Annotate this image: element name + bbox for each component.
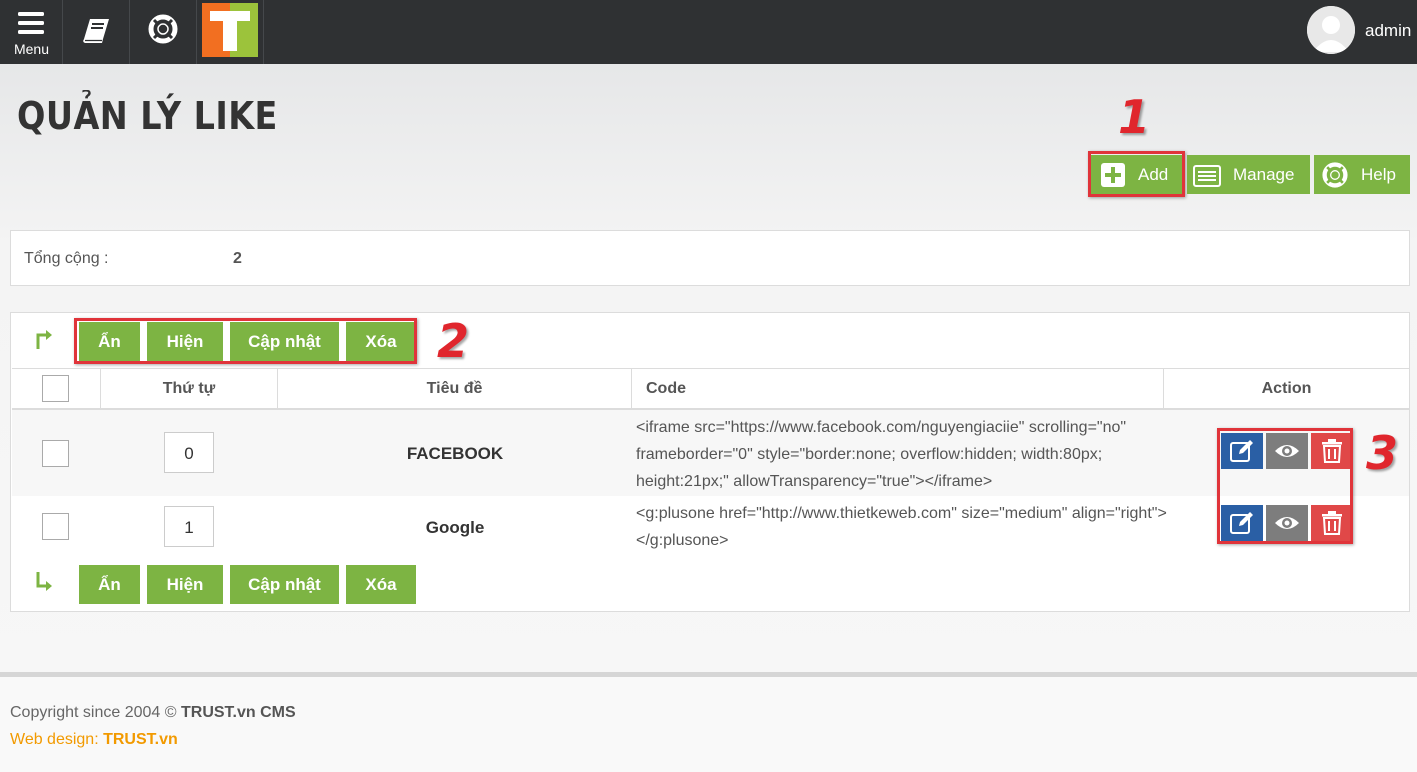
select-all-cell (12, 369, 101, 409)
manage-label: Manage (1233, 165, 1295, 184)
menu-label: Menu (13, 41, 50, 57)
annotation-number-1: 1 (1118, 90, 1151, 144)
row-code: <iframe src="https://www.facebook.com/ng… (636, 419, 1127, 490)
webdesign-text: Web design: TRUST.vn (10, 731, 178, 749)
annotation-box-2 (74, 318, 417, 364)
menu-button[interactable]: Menu (0, 0, 63, 64)
webdesign-link[interactable]: TRUST.vn (103, 731, 178, 748)
hamburger-icon (18, 12, 44, 34)
order-input[interactable]: 1 (164, 506, 214, 547)
total-value: 2 (233, 250, 242, 267)
user-menu[interactable]: admin (1297, 0, 1417, 64)
copyright-prefix: Copyright since 2004 © (10, 704, 181, 721)
user-avatar-icon (1307, 6, 1355, 54)
footer: Copyright since 2004 © TRUST.vn CMS Web … (0, 677, 1417, 772)
select-all-checkbox[interactable] (42, 375, 69, 402)
book-icon (83, 19, 109, 43)
annotation-number-3: 3 (1366, 426, 1399, 480)
help-button[interactable]: Help (1314, 155, 1410, 194)
brand-logo[interactable] (197, 0, 264, 64)
page-title: QUẢN LÝ LIKE (17, 94, 278, 138)
total-label: Tổng cộng : (24, 250, 109, 267)
webdesign-prefix: Web design: (10, 731, 104, 748)
support-button[interactable] (130, 0, 197, 64)
bulk-hide-button-bottom[interactable]: Ẩn (79, 565, 140, 604)
lifebuoy-icon (148, 14, 178, 44)
user-name: admin (1365, 21, 1412, 40)
corner-arrow-down-icon (35, 571, 53, 597)
bulk-update-button-bottom[interactable]: Cập nhật (230, 565, 339, 604)
column-header-action: Action (1261, 380, 1312, 397)
column-header-title: Tiêu đề (278, 369, 632, 409)
annotation-box-3 (1217, 428, 1353, 544)
column-header-order: Thứ tự (101, 369, 278, 409)
top-navbar: Menu admin (0, 0, 1417, 64)
bulk-delete-button-bottom[interactable]: Xóa (346, 565, 416, 604)
row-code: <g:plusone href="http://www.thietkeweb.c… (636, 505, 1167, 549)
column-header-code: Code (632, 369, 1164, 409)
annotation-box-1 (1088, 151, 1185, 197)
copyright-text: Copyright since 2004 © TRUST.vn CMS (10, 704, 296, 722)
summary-box: Tổng cộng : 2 (10, 230, 1410, 286)
row-checkbox[interactable] (42, 513, 69, 540)
table-row: 0 FACEBOOK <iframe src="https://www.face… (12, 410, 1409, 496)
row-title: Google (425, 518, 485, 537)
lifebuoy-icon (1322, 162, 1348, 188)
corner-arrow-up-icon (35, 330, 53, 356)
bulk-show-button-bottom[interactable]: Hiện (147, 565, 223, 604)
copyright-brand: TRUST.vn CMS (181, 704, 296, 721)
trust-logo-icon (202, 3, 258, 57)
list-icon (1193, 165, 1221, 187)
table-row: 1 Google <g:plusone href="http://www.thi… (12, 496, 1409, 558)
table-header: Thứ tự Tiêu đề Code Action (12, 368, 1409, 410)
annotation-number-2: 2 (437, 314, 470, 368)
row-title: FACEBOOK (406, 444, 504, 463)
avatar (1307, 6, 1355, 54)
row-checkbox[interactable] (42, 440, 69, 467)
order-input[interactable]: 0 (164, 432, 214, 473)
help-label: Help (1361, 165, 1396, 184)
manage-button[interactable]: Manage (1187, 155, 1310, 194)
docs-button[interactable] (63, 0, 130, 64)
